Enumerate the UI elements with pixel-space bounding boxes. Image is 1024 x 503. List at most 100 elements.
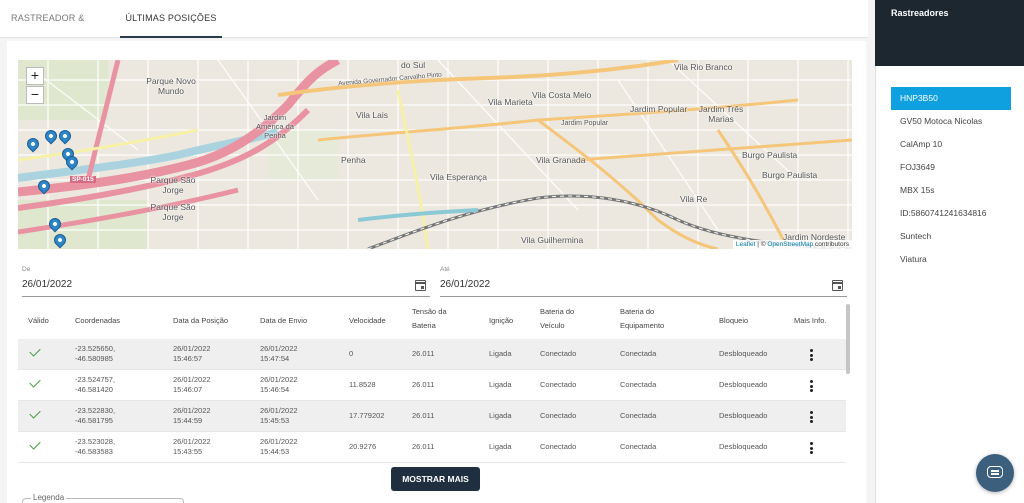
more-info-icon[interactable] xyxy=(810,442,814,454)
map-label: Vila Lais xyxy=(356,110,388,120)
trackers-sidebar: Rastreadores HNP3B50 GV50 Motoca Nicolas… xyxy=(875,0,1024,503)
tracker-item[interactable]: Suntech xyxy=(891,225,1011,248)
map-label: Jardim Popular xyxy=(561,120,609,127)
table-row[interactable]: -23.524757, -46.581420 26/01/2022 15:46:… xyxy=(18,370,846,401)
check-icon xyxy=(29,407,41,419)
map-label: Burgo Paulista xyxy=(762,170,818,180)
app: RASTREADOR & VEÍCULO ÚLTIMAS POSIÇÕES xyxy=(0,0,1024,503)
table-row[interactable]: -23.525650, -46.580985 26/01/2022 15:46:… xyxy=(18,339,846,370)
map-attribution: Leaflet | © OpenStreetMap contributors xyxy=(732,240,852,249)
column-header: Data de Envio xyxy=(260,316,308,325)
check-icon xyxy=(29,376,41,388)
leaflet-link[interactable]: Leaflet xyxy=(736,241,756,248)
map-label: Vila Esperança xyxy=(430,172,488,182)
column-header: Tensão da Bateria xyxy=(412,307,447,330)
sidebar-title: Rastreadores xyxy=(891,8,949,18)
position-date-cell: 26/01/2022 15:43:55 xyxy=(173,437,211,456)
voltage-cell: 26.011 xyxy=(412,442,435,451)
column-header: Coordenadas xyxy=(75,316,121,325)
position-date-cell: 26/01/2022 15:46:57 xyxy=(173,344,211,363)
map-label: do Sul xyxy=(401,60,426,70)
tab-bar: RASTREADOR & VEÍCULO ÚLTIMAS POSIÇÕES xyxy=(0,0,868,59)
attribution-separator: | © xyxy=(755,241,768,248)
send-date-cell: 26/01/2022 15:46:54 xyxy=(260,375,298,394)
map-label: Vila Re xyxy=(680,194,708,204)
vehicle-battery-cell: Conectado xyxy=(540,380,577,389)
map-label: Vila Marieta xyxy=(488,97,533,107)
tracker-item[interactable]: HNP3B50 xyxy=(891,87,1011,110)
sidebar-divider xyxy=(875,66,876,503)
tracker-item[interactable]: CalAmp 10 xyxy=(891,133,1011,156)
coordinates-cell: -23.522830, -46.581795 xyxy=(75,406,116,425)
tracker-item[interactable]: FOJ3649 xyxy=(891,156,1011,179)
vehicle-battery-cell: Conectado xyxy=(540,442,577,451)
tracker-item[interactable]: Viatura xyxy=(891,248,1011,271)
table-scrollbar[interactable] xyxy=(846,304,850,374)
tab-ultimas-posicoes[interactable]: ÚLTIMAS POSIÇÕES xyxy=(120,0,222,38)
column-header: Velocidade xyxy=(349,316,386,325)
more-info-icon[interactable] xyxy=(810,411,814,423)
vehicle-battery-cell: Conectado xyxy=(540,349,577,358)
more-info-icon[interactable] xyxy=(810,380,814,392)
ignition-cell: Ligada xyxy=(489,442,512,451)
chat-button[interactable] xyxy=(976,454,1014,492)
map-label: Parque Novo Mundo xyxy=(146,76,196,96)
device-battery-cell: Conectada xyxy=(620,442,657,451)
calendar-icon[interactable] xyxy=(832,280,843,291)
map-label: Jardim América da Penha xyxy=(256,113,294,140)
map-label: Burgo Paulista xyxy=(742,150,798,160)
more-info-icon[interactable] xyxy=(810,349,814,361)
voltage-cell: 26.011 xyxy=(412,380,435,389)
osm-link[interactable]: OpenStreetMap xyxy=(767,241,813,248)
map-label: SP-015 xyxy=(70,176,96,183)
show-more-button[interactable]: MOSTRAR MAIS xyxy=(391,467,480,491)
send-date-cell: 26/01/2022 15:47:54 xyxy=(260,344,298,363)
zoom-out-button[interactable]: − xyxy=(26,86,44,104)
column-header: Data da Posição xyxy=(173,316,229,325)
attribution-text: contributors xyxy=(813,241,849,248)
lock-cell: Desbloqueado xyxy=(719,349,768,358)
from-date-label: De xyxy=(22,266,31,273)
position-date-cell: 26/01/2022 15:44:59 xyxy=(173,406,211,425)
from-date-field[interactable]: 26/01/2022 xyxy=(22,275,430,297)
speed-cell: 0 xyxy=(349,349,354,358)
table-row[interactable]: -23.522830, -46.581795 26/01/2022 15:44:… xyxy=(18,401,846,432)
voltage-cell: 26.011 xyxy=(412,349,435,358)
speed-cell: 17.779202 xyxy=(349,411,385,420)
position-date-cell: 26/01/2022 15:46:07 xyxy=(173,375,211,394)
to-date-value: 26/01/2022 xyxy=(440,279,491,290)
column-header: Válido xyxy=(28,316,49,325)
send-date-cell: 26/01/2022 15:44:53 xyxy=(260,437,298,456)
to-date-field[interactable]: 26/01/2022 xyxy=(440,275,847,297)
column-header: Bloqueio xyxy=(719,316,749,325)
zoom-in-button[interactable]: + xyxy=(26,67,44,85)
legend-box: Legenda xyxy=(22,493,184,503)
map-label: Parque São Jorge xyxy=(150,175,196,195)
column-header: Bateria do Veículo xyxy=(540,307,575,330)
ignition-cell: Ligada xyxy=(489,380,512,389)
speed-cell: 20.9276 xyxy=(349,442,377,451)
tab-rastreador-veiculo[interactable]: RASTREADOR & VEÍCULO xyxy=(11,0,115,59)
ignition-cell: Ligada xyxy=(489,349,512,358)
lock-cell: Desbloqueado xyxy=(719,442,768,451)
voltage-cell: 26.011 xyxy=(412,411,435,420)
speed-cell: 11.8528 xyxy=(349,380,376,389)
calendar-icon[interactable] xyxy=(415,280,426,291)
ignition-cell: Ligada xyxy=(489,411,512,420)
check-icon xyxy=(29,438,41,450)
map-tiles xyxy=(18,60,852,249)
map-label: Vila Guilhermina xyxy=(521,235,584,245)
table-row[interactable]: -23.523028, -46.583583 26/01/2022 15:43:… xyxy=(18,432,846,463)
map-label: Parque São Jorge xyxy=(150,202,196,222)
tracker-item[interactable]: ID:5860741241634816 xyxy=(891,202,1011,225)
coordinates-cell: -23.524757, -46.581420 xyxy=(75,375,116,394)
column-header: Bateria do Equipamento xyxy=(620,307,665,330)
map[interactable]: do Sul Parque Novo Mundo Jardim América … xyxy=(18,60,852,249)
map-label: Vila Granada xyxy=(536,155,586,165)
legend-label: Legenda xyxy=(31,493,67,502)
tracker-item[interactable]: MBX 15s xyxy=(891,179,1011,202)
column-header: Ignição xyxy=(489,316,514,325)
lock-cell: Desbloqueado xyxy=(719,411,768,420)
tracker-item[interactable]: GV50 Motoca Nicolas xyxy=(891,110,1011,133)
lock-cell: Desbloqueado xyxy=(719,380,768,389)
